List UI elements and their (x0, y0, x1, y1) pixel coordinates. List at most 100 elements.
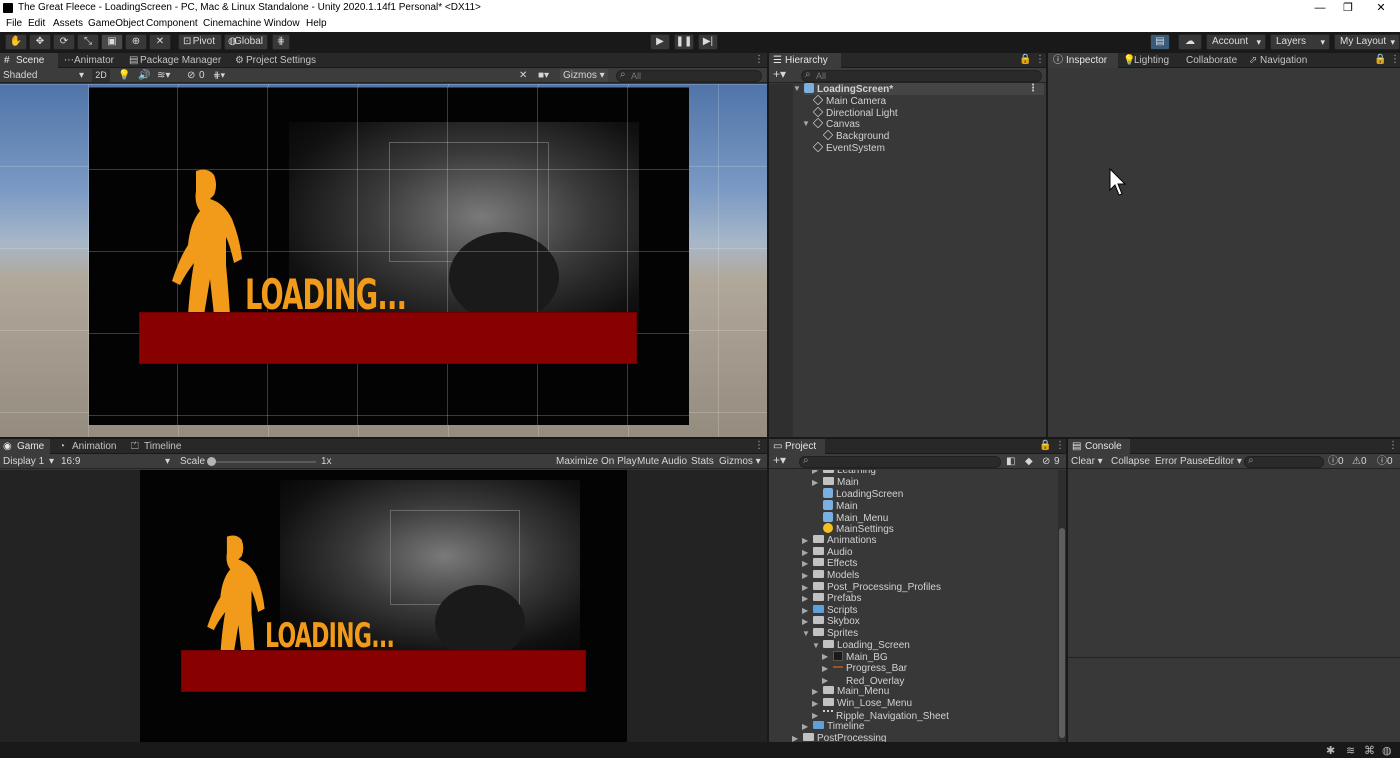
menu-help[interactable]: Help (306, 18, 327, 29)
tab-lighting[interactable]: 💡 Lighting (1120, 53, 1176, 68)
scene-viewport[interactable]: LOADING... (0, 84, 767, 437)
hierarchy-item-main-camera[interactable]: Main Camera (812, 94, 886, 107)
expand-arrow-icon[interactable]: ▶ (812, 477, 818, 489)
account-dropdown[interactable]: Account (1206, 34, 1266, 50)
camera-icon[interactable]: ■▾ (538, 69, 549, 82)
project-item[interactable]: ▶ Progress_Bar (822, 663, 907, 675)
console-search-input[interactable] (1244, 456, 1324, 468)
editor-dropdown[interactable]: Editor ▾ (1208, 455, 1242, 468)
error-pause-toggle[interactable]: Error Pause (1155, 455, 1208, 468)
project-item[interactable]: Main (823, 499, 858, 512)
project-item[interactable]: ▶ Models (802, 569, 859, 582)
grid-snap-icon[interactable]: ⋕ (272, 34, 290, 50)
project-item[interactable]: ▶ Ripple_Navigation_Sheet (812, 709, 949, 722)
error-count-toggle[interactable]: ⓘ0 (1377, 455, 1393, 468)
mute-audio-toggle[interactable]: Mute Audio (637, 455, 687, 468)
collapse-arrow-icon[interactable]: ▼ (812, 640, 820, 652)
project-item[interactable]: ▶ Main_BG (822, 651, 888, 663)
collab-icon[interactable]: ▤ (1150, 34, 1170, 50)
hidden-toggle-icon[interactable]: ⊘ (187, 69, 195, 82)
tab-collaborate[interactable]: Collaborate (1182, 53, 1242, 68)
menu-file[interactable]: File (6, 18, 22, 29)
console-menu-icon[interactable]: ⋮ (1388, 440, 1398, 451)
tab-animator[interactable]: ⋯ Animator (60, 53, 120, 68)
rotate-tool-icon[interactable]: ⟳ (53, 34, 75, 50)
project-search-input[interactable] (799, 456, 1001, 468)
lock-icon[interactable]: 🔒 (1374, 54, 1386, 65)
pivot-toggle[interactable]: ⊡ Pivot (178, 34, 222, 50)
expand-arrow-icon[interactable]: ▶ (792, 733, 798, 742)
audio-toggle-icon[interactable]: 🔊 (138, 69, 150, 82)
expand-arrow-icon[interactable]: ▶ (802, 558, 808, 570)
shading-dropdown[interactable]: Shaded ▾ (3, 69, 87, 82)
hierarchy-search-input[interactable]: All (801, 70, 1042, 82)
tab-animation[interactable]: ◔ Animation (56, 439, 122, 454)
hierarchy-item-canvas[interactable]: ▼ Canvas (802, 117, 860, 130)
project-add-button[interactable]: +▾ (773, 454, 786, 467)
menu-gameobject[interactable]: GameObject (88, 18, 144, 29)
close-button[interactable]: ✕ (1366, 0, 1396, 16)
hierarchy-menu-icon[interactable]: ⋮ (1035, 54, 1045, 65)
expand-arrow-icon[interactable]: ▶ (822, 675, 828, 687)
project-item[interactable]: ▶ Scripts (802, 604, 858, 617)
cache-icon[interactable]: ≋ (1346, 744, 1355, 757)
play-button[interactable]: ▶ (650, 34, 670, 50)
project-menu-icon[interactable]: ⋮ (1055, 440, 1065, 451)
tab-timeline[interactable]: ⏍ Timeline (128, 439, 188, 454)
restore-button[interactable]: ❐ (1333, 0, 1363, 16)
project-item[interactable]: MainSettings (823, 523, 894, 535)
menu-assets[interactable]: Assets (53, 18, 83, 29)
collapse-arrow-icon[interactable]: ▼ (802, 628, 810, 640)
log-count-toggle[interactable]: ⓘ0 (1328, 455, 1344, 468)
transform-tool-icon[interactable]: ⊕ (125, 34, 147, 50)
tab-inspector[interactable]: ⓘ Inspector (1048, 53, 1118, 68)
hierarchy-item-background[interactable]: Background (822, 129, 889, 142)
grid-toggle-icon[interactable]: ⋕▾ (213, 69, 225, 82)
project-item[interactable]: ▶ Prefabs (802, 593, 861, 605)
bug-icon[interactable]: ✱ (1326, 744, 1335, 757)
create-add-button[interactable]: +▾ (773, 68, 786, 81)
tab-package-manager[interactable]: ▤ Package Manager (126, 53, 226, 68)
game-viewport[interactable]: LOADING... (0, 470, 767, 742)
expand-arrow-icon[interactable]: ▶ (802, 547, 808, 559)
project-item[interactable]: ▶ Main (812, 476, 859, 489)
project-item[interactable]: ▶ Red_Overlay (822, 675, 904, 687)
project-scrollbar[interactable] (1058, 470, 1066, 742)
move-tool-icon[interactable]: ✥ (29, 34, 51, 50)
expand-arrow-icon[interactable]: ▶ (802, 582, 808, 594)
expand-arrow-icon[interactable]: ▶ (822, 663, 828, 675)
project-item[interactable]: ▶ Audio (802, 546, 853, 559)
project-item[interactable]: Main_Menu (823, 511, 888, 524)
lock-icon[interactable]: 🔒 (1039, 440, 1051, 451)
expand-arrow-icon[interactable]: ▶ (812, 686, 818, 698)
effects-toggle-icon[interactable]: ≋▾ (157, 69, 170, 82)
expand-arrow-icon[interactable]: ▶ (802, 605, 808, 617)
clear-button[interactable]: Clear ▾ (1071, 455, 1103, 468)
collapse-toggle[interactable]: Collapse (1111, 455, 1150, 468)
project-item[interactable]: ▶ Animations (802, 534, 876, 547)
inspector-menu-icon[interactable]: ⋮ (1390, 54, 1400, 65)
project-item[interactable]: ▶ Timeline (802, 721, 864, 733)
display-dropdown[interactable]: Display 1 ▾ (3, 455, 57, 468)
lighting-bake-icon[interactable]: ◍ (1382, 744, 1392, 757)
menu-cinemachine[interactable]: Cinemachine (203, 18, 261, 29)
layout-dropdown[interactable]: My Layout (1334, 34, 1400, 50)
tab-scene[interactable]: # Scene (0, 53, 58, 68)
expand-arrow-icon[interactable]: ▶ (822, 651, 828, 663)
tab-project[interactable]: ▭ Project (769, 439, 825, 454)
project-item[interactable]: ▶ Effects (802, 558, 857, 570)
scale-tool-icon[interactable]: ⤡ (77, 34, 99, 50)
network-icon[interactable]: ⌘ (1364, 744, 1375, 757)
tab-console[interactable]: ▤ Console (1068, 439, 1130, 454)
hand-tool-icon[interactable]: ✋ (5, 34, 27, 50)
expand-arrow-icon[interactable]: ▶ (802, 721, 808, 733)
rect-tool-icon[interactable]: ▣ (101, 34, 123, 50)
menu-window[interactable]: Window (264, 18, 300, 29)
gizmos-dropdown[interactable]: Gizmos ▾ (560, 69, 608, 82)
hierarchy-item-eventsystem[interactable]: EventSystem (812, 141, 885, 154)
project-item[interactable]: ▼ Loading_Screen (812, 639, 910, 652)
game-gizmos-dropdown[interactable]: Gizmos ▾ (719, 455, 765, 468)
minimize-button[interactable]: — (1305, 0, 1335, 16)
scene-options-icon[interactable]: ⋮ (1028, 83, 1038, 95)
expand-arrow-icon[interactable]: ▶ (812, 710, 818, 722)
